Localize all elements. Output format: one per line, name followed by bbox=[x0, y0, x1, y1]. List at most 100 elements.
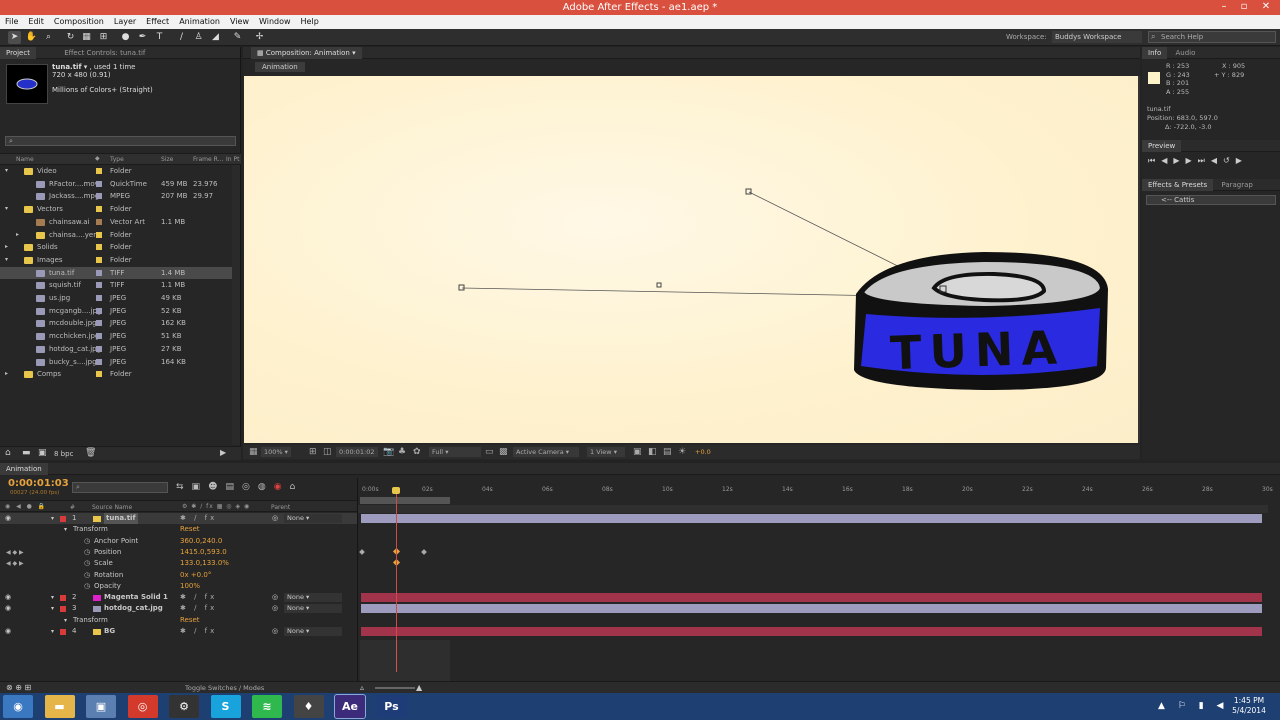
project-item[interactable]: hotdog_cat.jpg JPEG 27 KB bbox=[0, 343, 232, 356]
camera-tool-icon[interactable]: ▦ bbox=[80, 31, 93, 44]
pan-behind-tool-icon[interactable]: ⊞ bbox=[97, 31, 110, 44]
app-icon[interactable]: ♦ bbox=[293, 695, 324, 718]
tab-effects-presets[interactable]: Effects & Presets bbox=[1142, 179, 1214, 191]
first-frame-icon[interactable]: ⏮ bbox=[1148, 156, 1161, 165]
project-search-input[interactable]: ⌕ bbox=[5, 136, 236, 146]
tab-audio[interactable]: Audio bbox=[1169, 47, 1201, 59]
menu-edit[interactable]: Edit bbox=[23, 15, 49, 29]
disclosure-triangle-icon[interactable]: ▾ bbox=[5, 254, 8, 266]
file-explorer-icon[interactable]: ▬ bbox=[44, 695, 75, 718]
zoom-out-icon[interactable]: ▵ bbox=[360, 683, 364, 692]
selection-tool-icon[interactable]: ➤ bbox=[8, 31, 21, 44]
motion-blur-icon[interactable]: ◎ bbox=[242, 482, 258, 492]
label-color-swatch[interactable] bbox=[96, 193, 102, 200]
time-ruler[interactable]: 0:00s 02s 04s 06s 08s 10s 12s 14s 16s 18s 20s 22s 24… bbox=[358, 484, 1273, 496]
close-button[interactable]: ✕ bbox=[1256, 0, 1276, 15]
last-frame-icon[interactable]: ⏭ bbox=[1198, 156, 1211, 165]
auto-keyframe-icon[interactable]: ⌂ bbox=[290, 482, 304, 492]
label-color-swatch[interactable] bbox=[96, 307, 102, 314]
trash-icon[interactable]: 🗑 bbox=[85, 448, 96, 458]
project-item[interactable]: ▸ Solids Folder bbox=[0, 241, 232, 254]
timeline-search-input[interactable]: ⌕ bbox=[72, 482, 168, 493]
scroll-right-icon[interactable]: ▶ bbox=[220, 448, 226, 457]
windows-app-icon[interactable]: ▣ bbox=[86, 695, 116, 718]
region-of-interest-icon[interactable]: ▭ bbox=[485, 445, 494, 459]
ram-preview-icon[interactable]: ▶ bbox=[1236, 156, 1248, 165]
mute-icon[interactable]: ◀ bbox=[1211, 156, 1223, 165]
col-size[interactable]: Size bbox=[161, 156, 173, 163]
new-folder-icon[interactable]: ▬ bbox=[22, 448, 31, 458]
project-scrollbar[interactable] bbox=[232, 165, 240, 445]
label-color-swatch[interactable] bbox=[96, 168, 102, 174]
disclosure-triangle-icon[interactable]: ▾ bbox=[5, 203, 8, 215]
label-color-swatch[interactable] bbox=[96, 333, 102, 340]
hand-tool-icon[interactable]: ✋ bbox=[25, 31, 38, 44]
zoom-in-icon[interactable]: ▲ bbox=[416, 683, 422, 692]
label-color-swatch[interactable] bbox=[96, 295, 102, 301]
menu-window[interactable]: Window bbox=[254, 15, 296, 29]
frame-blending-icon[interactable]: ▤ bbox=[225, 482, 242, 492]
layer-duration-bar[interactable] bbox=[361, 514, 1262, 523]
col-type[interactable]: Type bbox=[110, 156, 124, 163]
label-color-swatch[interactable] bbox=[96, 244, 102, 251]
label-color-swatch[interactable] bbox=[96, 282, 102, 289]
disclosure-triangle-icon[interactable]: ▸ bbox=[16, 229, 19, 241]
view-layout-dropdown[interactable]: 1 View ▾ bbox=[587, 447, 625, 457]
col-name[interactable]: Name bbox=[16, 156, 34, 163]
expand-layer-icon[interactable]: ⊗ ⊕ ⊞ bbox=[6, 683, 31, 692]
resolution-dropdown[interactable]: Full ▾ bbox=[429, 447, 481, 457]
project-item[interactable]: ▸ chainsa....yers Folder bbox=[0, 229, 232, 242]
project-item[interactable]: Jackass....mpg MPEG 207 MB 29.97 bbox=[0, 190, 232, 203]
project-item[interactable]: bucky_s....jpg JPEG 164 KB bbox=[0, 356, 232, 369]
label-color-swatch[interactable] bbox=[96, 206, 102, 213]
project-item[interactable]: mcdouble.jpg JPEG 162 KB bbox=[0, 317, 232, 330]
keyframe-marker[interactable] bbox=[359, 549, 365, 555]
menu-effect[interactable]: Effect bbox=[141, 15, 174, 29]
comp-breadcrumb[interactable]: Animation bbox=[255, 62, 305, 72]
label-color-swatch[interactable] bbox=[96, 320, 102, 327]
toggle-pixel-aspect-icon[interactable]: ▣ bbox=[633, 445, 642, 459]
layer-duration-bar[interactable] bbox=[361, 627, 1262, 636]
disclosure-triangle-icon[interactable]: ▸ bbox=[5, 241, 8, 253]
snapshot-icon[interactable]: 📷 bbox=[383, 445, 394, 459]
label-color-swatch[interactable] bbox=[96, 231, 102, 238]
camera-dropdown[interactable]: Active Camera ▾ bbox=[513, 447, 579, 457]
workspace-dropdown[interactable]: Buddys Workspace bbox=[1052, 31, 1142, 43]
spotify-icon[interactable]: ≋ bbox=[252, 695, 282, 718]
col-frame-rate[interactable]: Frame R... bbox=[193, 156, 223, 163]
bezier-handle[interactable] bbox=[745, 188, 752, 195]
col-in-point[interactable]: In Pt bbox=[226, 156, 239, 163]
toggle-switches-modes[interactable]: Toggle Switches / Modes bbox=[185, 684, 264, 692]
project-item[interactable]: mcchicken.jpg JPEG 51 KB bbox=[0, 330, 232, 343]
magnification-dropdown[interactable]: 100% ▾ bbox=[261, 447, 291, 457]
loop-icon[interactable]: ↺ bbox=[1223, 156, 1236, 165]
label-color-swatch[interactable] bbox=[96, 218, 102, 225]
tab-timeline-animation[interactable]: Animation bbox=[0, 463, 48, 475]
project-item[interactable]: tuna.tif TIFF 1.4 MB bbox=[0, 266, 232, 280]
next-frame-icon[interactable]: ▶ bbox=[1186, 156, 1198, 165]
bpc-label[interactable]: 8 bpc bbox=[54, 450, 73, 458]
project-item[interactable]: ▾ Video Folder bbox=[0, 165, 232, 178]
menu-file[interactable]: File bbox=[0, 15, 23, 29]
label-color-swatch[interactable] bbox=[96, 358, 102, 365]
project-item[interactable]: mcgangb....jpg JPEG 52 KB bbox=[0, 305, 232, 318]
project-item[interactable]: ▸ Comps Folder bbox=[0, 368, 232, 381]
label-color-swatch[interactable] bbox=[96, 256, 102, 263]
label-color-swatch[interactable] bbox=[96, 269, 102, 276]
steam-icon[interactable]: ⚙ bbox=[169, 695, 199, 718]
play-icon[interactable]: ▶ bbox=[1173, 156, 1185, 165]
col-source-name[interactable]: Source Name bbox=[92, 504, 132, 511]
skype-icon[interactable]: S bbox=[210, 695, 241, 718]
label-color-swatch[interactable] bbox=[96, 371, 102, 378]
menu-layer[interactable]: Layer bbox=[109, 15, 141, 29]
tab-effect-controls[interactable]: Effect Controls: tuna.tif bbox=[58, 47, 151, 59]
tuna-can-image[interactable]: TUNA bbox=[854, 252, 1108, 390]
col-parent[interactable]: Parent bbox=[271, 504, 290, 511]
layer-duration-bar[interactable] bbox=[361, 593, 1262, 603]
tab-paragraph[interactable]: Paragrap bbox=[1215, 179, 1258, 191]
project-item[interactable]: us.jpg JPEG 49 KB bbox=[0, 292, 232, 305]
menu-composition[interactable]: Composition bbox=[49, 15, 109, 29]
search-help-input[interactable]: Search Help bbox=[1148, 31, 1276, 43]
project-item[interactable]: ▾ Vectors Folder bbox=[0, 203, 232, 216]
preview-toggle-icon[interactable]: ▦ bbox=[249, 445, 258, 459]
